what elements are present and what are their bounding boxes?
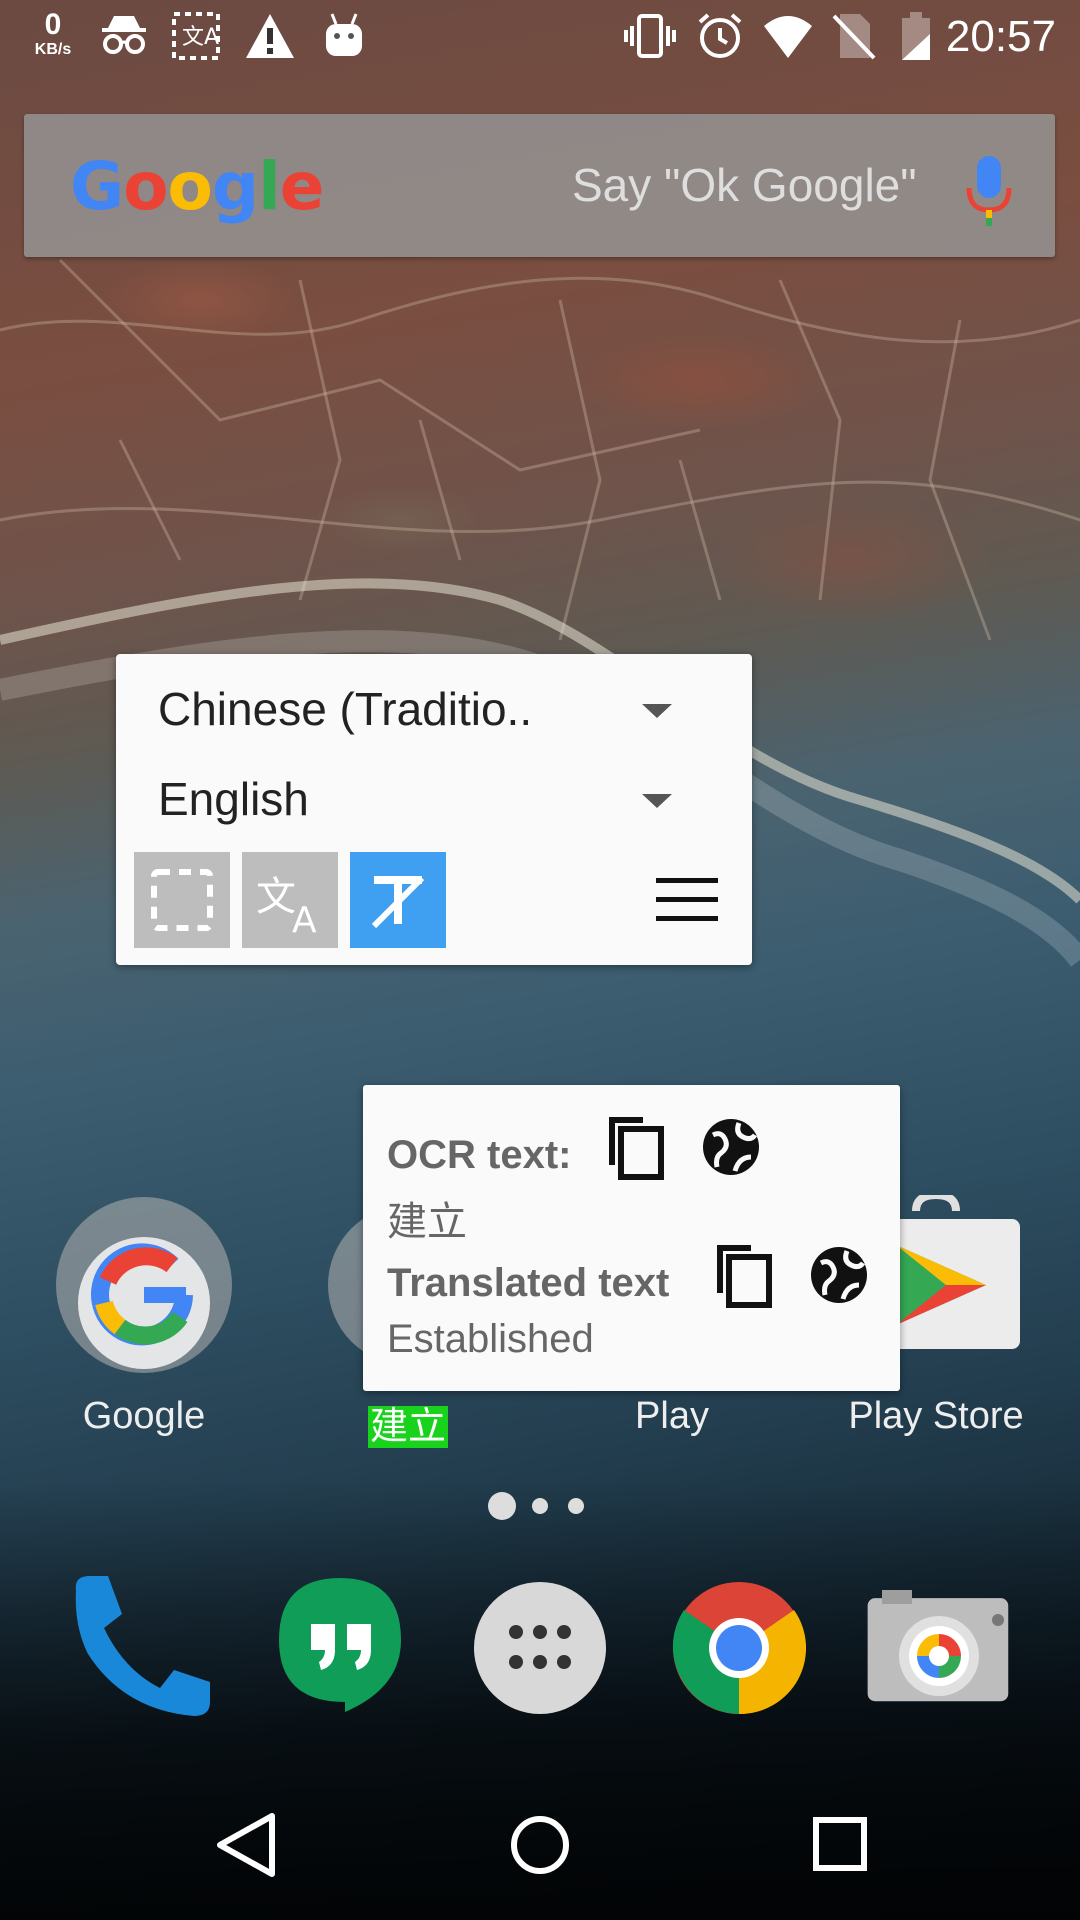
status-bar: 0 KB/s 文A 20:57: [0, 0, 1080, 72]
translated-text-value: Established: [387, 1317, 594, 1361]
copy-icon[interactable]: [603, 1113, 667, 1181]
back-button[interactable]: [210, 1810, 290, 1880]
select-area-button[interactable]: [134, 852, 230, 948]
google-logo-letter: G: [70, 148, 124, 225]
google-logo: Google: [70, 148, 325, 225]
no-sim-icon: [832, 14, 876, 60]
page-dot: [568, 1498, 584, 1514]
page-dot: [532, 1498, 548, 1514]
source-language-label: Chinese (Traditio..: [158, 683, 533, 735]
clear-format-icon: [371, 875, 425, 929]
home-button[interactable]: [500, 1810, 580, 1880]
app-label: 建立: [308, 1395, 508, 1450]
ocr-highlight-text: 建立: [367, 1406, 448, 1448]
screen-translate-icon: 文A: [172, 12, 220, 60]
crop-select-icon: [151, 869, 213, 931]
svg-text:A: A: [292, 900, 317, 941]
google-logo-letter: o: [167, 148, 213, 225]
ocr-result-popup: OCR text: 建立 Translated text Established: [363, 1085, 900, 1391]
target-language-label: English: [158, 773, 309, 825]
camera-icon[interactable]: [862, 1570, 1012, 1720]
google-logo-letter: l: [258, 148, 281, 225]
app-drawer-icon[interactable]: [465, 1570, 615, 1720]
phone-icon[interactable]: [64, 1570, 214, 1720]
translator-panel: Chinese (Traditio.. English 文 A: [116, 654, 752, 965]
app-label: Google: [82, 1395, 206, 1437]
app-google-folder[interactable]: Google: [44, 1195, 244, 1437]
translate-icon: 文 A: [256, 874, 317, 941]
network-speed-value: 0: [44, 8, 62, 41]
google-logo-letter: g: [211, 148, 259, 225]
google-folder-icon: [56, 1197, 232, 1373]
battery-icon: [902, 12, 930, 60]
network-speed: 0 KB/s: [28, 10, 78, 58]
warning-icon: [246, 14, 294, 58]
translate-button[interactable]: 文 A: [242, 852, 338, 948]
network-speed-unit: KB/s: [34, 41, 72, 58]
page-dot-active: [488, 1492, 516, 1520]
ocr-text-value: 建立: [387, 1200, 467, 1244]
alarm-icon: [698, 13, 742, 58]
navigation-bar: [0, 1770, 1080, 1920]
google-search-bar[interactable]: Google Say "Ok Google": [24, 114, 1055, 257]
source-language-dropdown[interactable]: Chinese (Traditio..: [158, 674, 718, 744]
search-hint: Say "Ok Google": [572, 159, 917, 211]
target-language-dropdown[interactable]: English: [158, 764, 718, 834]
app-label: Play: [635, 1395, 709, 1437]
mic-icon[interactable]: [964, 154, 1014, 228]
menu-icon[interactable]: [654, 876, 720, 924]
clear-format-button[interactable]: [350, 852, 446, 948]
android-icon: [326, 13, 362, 56]
vibrate-icon: [624, 14, 676, 58]
translated-text-heading: Translated text: [387, 1261, 670, 1305]
google-logo-letter: e: [279, 148, 325, 225]
globe-icon[interactable]: [699, 1113, 763, 1181]
svg-text:文: 文: [256, 874, 296, 920]
google-logo-letter: o: [123, 148, 168, 225]
svg-text:文A: 文A: [182, 25, 219, 50]
hangouts-icon[interactable]: [265, 1570, 415, 1720]
incognito-icon: [102, 16, 146, 54]
wifi-icon: [764, 16, 812, 58]
chevron-down-icon: [642, 704, 672, 718]
app-label: Play Store: [848, 1395, 1024, 1437]
ocr-text-heading: OCR text:: [387, 1133, 572, 1177]
recents-button[interactable]: [800, 1810, 880, 1880]
globe-icon[interactable]: [807, 1241, 871, 1309]
copy-icon[interactable]: [711, 1241, 775, 1309]
chevron-down-icon: [642, 794, 672, 808]
chrome-icon[interactable]: [664, 1570, 814, 1720]
clock: 20:57: [945, 12, 1056, 61]
